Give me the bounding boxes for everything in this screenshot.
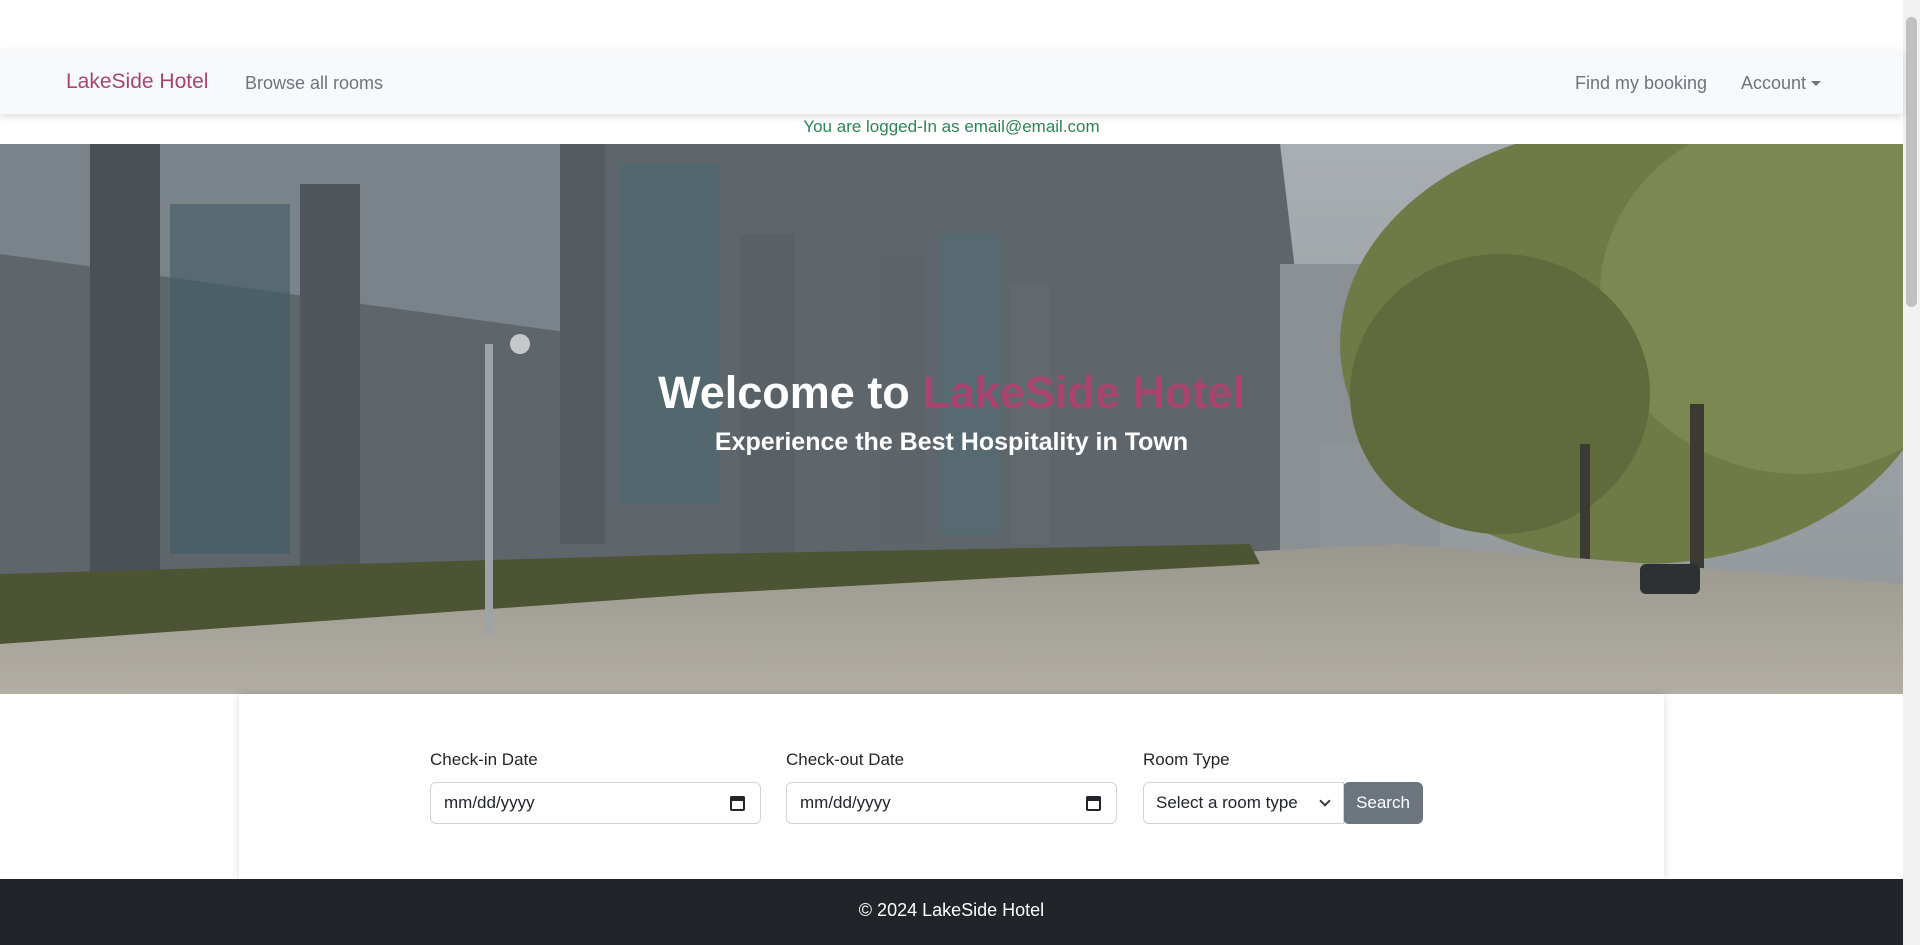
calendar-icon[interactable] [730, 796, 745, 811]
hero-text: Welcome to LakeSide Hotel Experience the… [0, 366, 1903, 457]
hero-title-highlight: LakeSide Hotel [922, 367, 1245, 418]
checkout-label: Check-out Date [786, 750, 905, 769]
footer-copyright: © 2024 LakeSide Hotel [858, 900, 1045, 920]
checkin-placeholder: mm/dd/yyyy [444, 793, 535, 812]
scrollbar-thumb[interactable] [1906, 17, 1917, 307]
browse-rooms-link[interactable]: Browse all rooms [245, 73, 383, 94]
account-label: Account [1741, 73, 1807, 93]
logged-in-message: You are logged-In as email@email.com [803, 117, 1100, 136]
navbar: LakeSide Hotel Browse all rooms Find my … [0, 49, 1903, 114]
checkin-field: Check-in Date mm/dd/yyyy [430, 750, 761, 824]
checkout-field: Check-out Date mm/dd/yyyy [786, 750, 1117, 824]
room-type-selected: Select a room type [1156, 793, 1298, 812]
hero-title: Welcome to LakeSide Hotel [0, 366, 1903, 420]
room-type-select[interactable]: Select a room type [1143, 782, 1344, 824]
footer: © 2024 LakeSide Hotel [0, 879, 1903, 945]
hero-subtitle: Experience the Best Hospitality in Town [714, 428, 1189, 456]
roomtype-group: Select a room type Search [1143, 782, 1423, 824]
brand-link[interactable]: LakeSide Hotel [66, 70, 208, 94]
roomtype-field: Room Type Select a room type Search [1143, 750, 1423, 824]
account-dropdown[interactable]: Account [1741, 73, 1822, 94]
caret-down-icon [1811, 81, 1822, 86]
hero-banner: Welcome to LakeSide Hotel Experience the… [0, 144, 1903, 694]
page: LakeSide Hotel Browse all rooms Find my … [0, 0, 1903, 945]
find-booking-link[interactable]: Find my booking [1575, 73, 1707, 94]
checkout-placeholder: mm/dd/yyyy [800, 793, 891, 812]
checkin-date-input[interactable]: mm/dd/yyyy [430, 782, 761, 824]
checkout-date-input[interactable]: mm/dd/yyyy [786, 782, 1117, 824]
chevron-down-icon [1319, 795, 1331, 807]
roomtype-label: Room Type [1143, 750, 1230, 769]
vertical-scrollbar[interactable] [1903, 0, 1920, 945]
calendar-icon[interactable] [1086, 796, 1101, 811]
checkin-label: Check-in Date [430, 750, 538, 769]
hero-title-prefix: Welcome to [658, 367, 910, 418]
search-button[interactable]: Search [1343, 782, 1423, 824]
room-search-form: Check-in Date mm/dd/yyyy Check-out Date … [239, 694, 1664, 879]
